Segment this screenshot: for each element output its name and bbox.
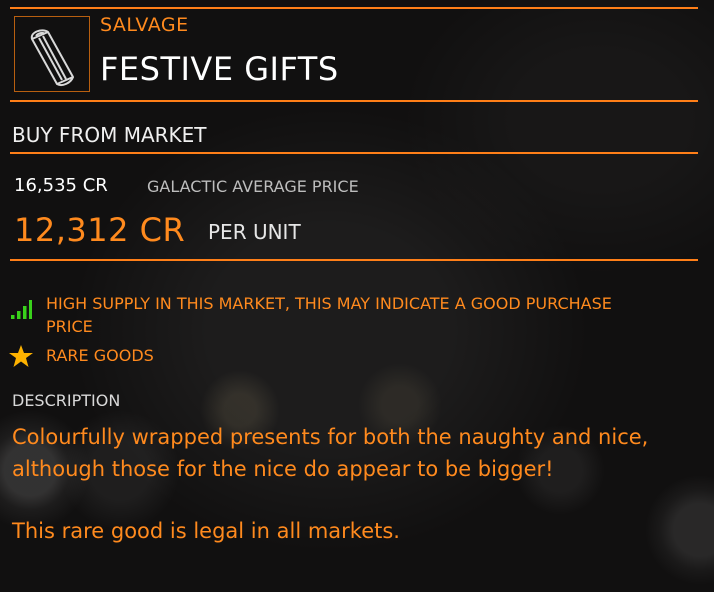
top-divider <box>10 7 698 9</box>
unit-price-label: PER UNIT <box>208 220 301 244</box>
galactic-average-price: 16,535 CR <box>14 175 108 196</box>
description-heading: DESCRIPTION <box>12 391 121 410</box>
rare-goods-label: RARE GOODS <box>46 346 154 365</box>
galactic-average-label: GALACTIC AVERAGE PRICE <box>147 177 359 196</box>
legality-note: This rare good is legal in all markets. <box>12 519 400 543</box>
header-divider <box>10 100 698 102</box>
item-category: SALVAGE <box>100 14 189 36</box>
star-icon <box>9 345 33 367</box>
supply-indicator-text: HIGH SUPPLY IN THIS MARKET, THIS MAY IND… <box>46 294 612 336</box>
commodity-icon-frame <box>14 16 90 92</box>
market-divider <box>10 152 698 154</box>
price-divider <box>10 259 698 261</box>
canister-icon <box>30 29 74 87</box>
unit-price: 12,312 CR <box>14 211 186 249</box>
signal-bars-icon <box>11 300 32 319</box>
item-title: FESTIVE GIFTS <box>100 50 339 88</box>
buy-from-market-heading: BUY FROM MARKET <box>12 123 207 147</box>
description-body: Colourfully wrapped presents for both th… <box>12 425 649 481</box>
